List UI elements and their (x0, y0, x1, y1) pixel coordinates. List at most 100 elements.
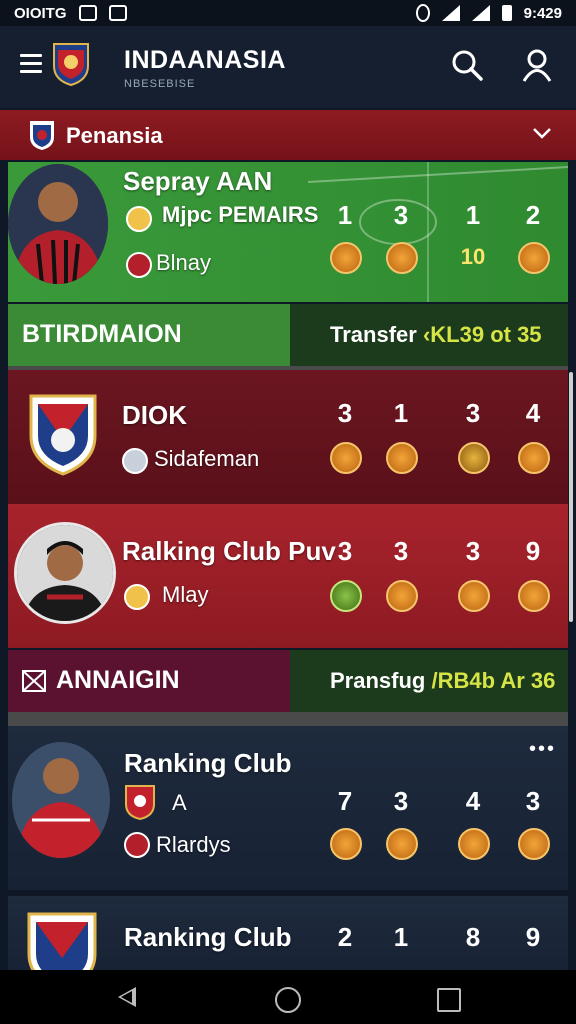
app-bar: INDAANASIA NBESEBISE (0, 26, 576, 134)
strip-label: BTIRDMAION (22, 320, 182, 348)
stat-value: 9 (525, 536, 541, 566)
player-avatar (14, 522, 116, 624)
card-title: Sepray AAN (123, 166, 273, 196)
league-crest-icon (30, 121, 54, 150)
search-icon[interactable] (450, 48, 484, 82)
stat-value: 1 (337, 200, 353, 230)
stat-value: 7 (337, 786, 353, 816)
award-icon (386, 580, 418, 612)
profile-icon[interactable] (522, 48, 552, 82)
transfer-label: Transfer (330, 322, 417, 347)
image-icon (108, 5, 127, 21)
award-icon (386, 442, 418, 474)
card-detail: Mlay (162, 582, 209, 607)
stat-value: 4 (465, 786, 481, 816)
transfer-label: Pransfug (330, 668, 426, 693)
award-icon (330, 580, 362, 612)
stat-value: 1 (393, 398, 409, 428)
stat-value: 4 (525, 398, 541, 428)
club-badge-icon (124, 832, 150, 858)
transfer-value: /RB4b Ar 36 (431, 668, 556, 693)
home-icon[interactable] (275, 987, 301, 1013)
stat-value: 3 (465, 536, 481, 566)
player-avatar (8, 164, 108, 284)
club-crest-icon (29, 394, 97, 476)
award-icon (518, 442, 550, 474)
club-crest-icon (53, 43, 89, 86)
club-badge-icon (124, 584, 150, 610)
status-clock: 9:429 (523, 4, 562, 22)
card-title: Ranking Club (124, 922, 292, 952)
card-subtitle: Mjpc PEMAIRS (162, 202, 319, 227)
league-name: Penansia (66, 123, 163, 148)
award-icon (330, 442, 362, 474)
club-crest-icon (125, 785, 155, 820)
card-title: Ranking Club (124, 748, 292, 778)
award-icon (458, 580, 490, 612)
transfer-info[interactable]: Transfer ‹KL39 ot 35 (330, 322, 542, 348)
pitch-lines (308, 162, 568, 302)
card-detail: Rlardys (156, 832, 231, 857)
more-options-icon[interactable]: ••• (529, 738, 556, 761)
feather-icon (458, 442, 490, 474)
award-icon (386, 828, 418, 860)
stat-value: 1 (393, 922, 409, 952)
award-icon (518, 580, 550, 612)
award-icon (458, 828, 490, 860)
notification-icon (78, 5, 97, 21)
battery-icon (501, 5, 512, 21)
status-time: OIOITG (14, 4, 67, 22)
list-item[interactable]: Ranking Club 2 1 8 9 (8, 896, 568, 970)
stat-value: 3 (337, 536, 353, 566)
menu-icon[interactable] (20, 54, 42, 73)
stat-value: 1 (465, 200, 481, 230)
back-icon[interactable] (118, 987, 136, 1007)
stat-value: 8 (465, 922, 481, 952)
club-badge-icon (126, 206, 152, 232)
card-title: Ralking Club Puv (122, 536, 336, 566)
card-detail: A (172, 790, 187, 815)
close-envelope-icon (22, 670, 46, 692)
stat-value: 3 (525, 786, 541, 816)
list-item[interactable]: ••• Ranking Club A Rlardys 7 3 4 3 (8, 726, 568, 890)
player-avatar (12, 742, 110, 858)
stat-value: 3 (393, 536, 409, 566)
stat-value: 3 (393, 200, 409, 230)
ranking-list[interactable]: Sepray AAN Mjpc PEMAIRS Blnay 1 3 1 2 10… (8, 162, 568, 970)
wifi-icon (441, 5, 460, 21)
app-title: INDAANASIA (124, 46, 286, 74)
award-icon (518, 828, 550, 860)
stat-badge-value: 10 (460, 244, 486, 269)
strip-label: ANNAIGIN (56, 666, 180, 694)
card-detail: Sidafeman (154, 446, 260, 471)
stat-value: 3 (465, 398, 481, 428)
transfer-info[interactable]: Pransfug /RB4b Ar 36 (330, 668, 555, 694)
transfer-value: ‹KL39 ot 35 (422, 322, 542, 347)
bluetooth-icon (415, 4, 430, 22)
stat-value: 3 (393, 786, 409, 816)
card-title: DIOK (122, 400, 187, 430)
section-strip[interactable]: ANNAIGIN Pransfug /RB4b Ar 36 (8, 650, 568, 712)
section-strip[interactable]: BTIRDMAION Transfer ‹KL39 ot 35 (8, 304, 568, 366)
list-item[interactable]: DIOK Sidafeman 3 1 3 4 (8, 370, 568, 504)
recent-apps-icon[interactable] (437, 988, 461, 1012)
card-detail: Blnay (156, 250, 212, 275)
award-icon (518, 242, 550, 274)
stat-value: 3 (337, 398, 353, 428)
award-icon (330, 242, 362, 274)
stat-value: 2 (337, 922, 353, 952)
signal-icon (471, 5, 490, 21)
list-item[interactable]: Ralking Club Puv Mlay 3 3 3 9 (8, 504, 568, 648)
app-subtitle: NBESEBISE (124, 78, 196, 90)
stat-value: 9 (525, 922, 541, 952)
club-crest-icon (27, 912, 97, 970)
league-selector[interactable]: Penansia (0, 110, 576, 160)
list-item[interactable]: Sepray AAN Mjpc PEMAIRS Blnay 1 3 1 2 10 (8, 162, 568, 302)
system-nav-bar (0, 970, 576, 1024)
status-bar: OIOITG 9:429 (0, 0, 576, 26)
scrollbar[interactable] (569, 372, 573, 622)
award-icon (330, 828, 362, 860)
chevron-down-icon[interactable] (532, 126, 552, 140)
divider (8, 712, 568, 726)
stat-value: 2 (525, 200, 541, 230)
